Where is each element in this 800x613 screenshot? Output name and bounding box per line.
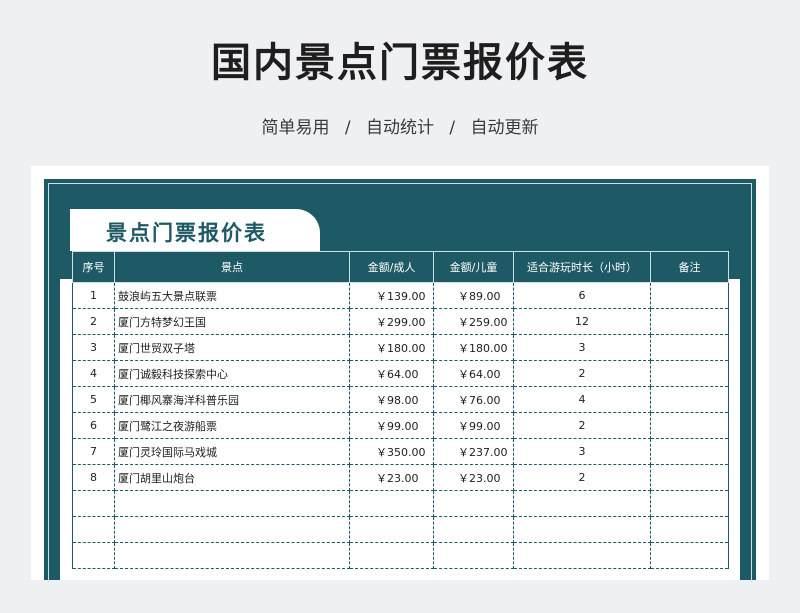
cell-name: 厦门鹭江之夜游船票 xyxy=(114,412,350,439)
cell-adult: ￥299.00 xyxy=(349,308,434,335)
cell-adult xyxy=(349,490,434,517)
subtitle-item: 简单易用 xyxy=(261,118,330,138)
col-header-child: 金额/儿童 xyxy=(433,251,514,283)
empty-row xyxy=(72,542,729,569)
cell-hours: 2 xyxy=(513,360,651,387)
cell-child xyxy=(433,516,514,543)
cell-hours: 4 xyxy=(513,386,651,413)
table-body: 1 鼓浪屿五大景点联票 ￥139.00 ￥89.00 6 2 厦门方特梦幻王国 ￥299.00… xyxy=(72,282,729,569)
cell-name xyxy=(114,516,350,543)
cell-note xyxy=(650,334,729,361)
col-header-adult: 金额/成人 xyxy=(349,251,434,283)
table-row: 4 厦门诚毅科技探索中心 ￥64.00 ￥64.00 2 xyxy=(72,360,729,387)
subtitle-separator: / xyxy=(344,118,351,138)
table-row: 3 厦门世贸双子塔 ￥180.00 ￥180.00 3 xyxy=(72,334,729,361)
cell-name: 厦门诚毅科技探索中心 xyxy=(114,360,350,387)
cell-no: 3 xyxy=(72,334,115,361)
table-row: 8 厦门胡里山炮台 ￥23.00 ￥23.00 2 xyxy=(72,464,729,491)
cell-hours: 3 xyxy=(513,334,651,361)
cell-no: 8 xyxy=(72,464,115,491)
sheet-title: 景点门票报价表 xyxy=(106,221,267,245)
cell-adult: ￥98.00 xyxy=(349,386,434,413)
cell-note xyxy=(650,386,729,413)
cell-child: ￥259.00 xyxy=(433,308,514,335)
cell-name: 厦门椰风寨海洋科普乐园 xyxy=(114,386,350,413)
cell-hours: 2 xyxy=(513,464,651,491)
empty-row xyxy=(72,516,729,543)
col-header-no: 序号 xyxy=(72,251,115,283)
cell-hours: 6 xyxy=(513,282,651,309)
cell-note xyxy=(650,308,729,335)
cell-name: 鼓浪屿五大景点联票 xyxy=(114,282,350,309)
cell-note xyxy=(650,490,729,517)
cell-no: 5 xyxy=(72,386,115,413)
table-row: 1 鼓浪屿五大景点联票 ￥139.00 ￥89.00 6 xyxy=(72,282,729,309)
cell-adult: ￥23.00 xyxy=(349,464,434,491)
cell-note xyxy=(650,438,729,465)
cell-note xyxy=(650,464,729,491)
cell-no: 4 xyxy=(72,360,115,387)
cell-name: 厦门胡里山炮台 xyxy=(114,464,350,491)
cell-hours: 2 xyxy=(513,412,651,439)
cell-name xyxy=(114,542,350,569)
cell-name: 厦门灵玲国际马戏城 xyxy=(114,438,350,465)
empty-row xyxy=(72,490,729,517)
cell-note xyxy=(650,412,729,439)
cell-name: 厦门方特梦幻王国 xyxy=(114,308,350,335)
cell-child: ￥23.00 xyxy=(433,464,514,491)
cell-adult: ￥99.00 xyxy=(349,412,434,439)
sheet-frame: 景点门票报价表 序号 景点 金额/成人 金额/儿童 适合游玩时长（小时） 备注 xyxy=(44,179,756,582)
cell-no: 2 xyxy=(72,308,115,335)
price-table: 序号 景点 金额/成人 金额/儿童 适合游玩时长（小时） 备注 1 鼓浪屿五大景点… xyxy=(72,251,729,569)
cell-no xyxy=(72,516,115,543)
cell-adult: ￥180.00 xyxy=(349,334,434,361)
cell-adult xyxy=(349,516,434,543)
subtitle-item: 自动更新 xyxy=(470,118,539,138)
cell-note xyxy=(650,360,729,387)
subtitle: 简单易用 / 自动统计 / 自动更新 xyxy=(0,113,800,138)
cell-child: ￥64.00 xyxy=(433,360,514,387)
cell-name xyxy=(114,490,350,517)
col-header-note: 备注 xyxy=(650,251,729,283)
col-header-hours: 适合游玩时长（小时） xyxy=(513,251,651,283)
table-header-row: 序号 景点 金额/成人 金额/儿童 适合游玩时长（小时） 备注 xyxy=(72,251,729,283)
cell-no: 1 xyxy=(72,282,115,309)
cell-no: 7 xyxy=(72,438,115,465)
cell-child xyxy=(433,542,514,569)
cell-child: ￥180.00 xyxy=(433,334,514,361)
cell-hours xyxy=(513,516,651,543)
cell-name: 厦门世贸双子塔 xyxy=(114,334,350,361)
cell-note xyxy=(650,542,729,569)
spreadsheet-preview: 景点门票报价表 序号 景点 金额/成人 金额/儿童 适合游玩时长（小时） 备注 xyxy=(31,166,769,582)
cell-child: ￥76.00 xyxy=(433,386,514,413)
cell-no xyxy=(72,542,115,569)
table-row: 2 厦门方特梦幻王国 ￥299.00 ￥259.00 12 xyxy=(72,308,729,335)
cell-child xyxy=(433,490,514,517)
cell-adult xyxy=(349,542,434,569)
cell-child: ￥237.00 xyxy=(433,438,514,465)
table-row: 6 厦门鹭江之夜游船票 ￥99.00 ￥99.00 2 xyxy=(72,412,729,439)
subtitle-separator: / xyxy=(449,118,456,138)
page-title: 国内景点门票报价表 xyxy=(211,40,589,86)
subtitle-item: 自动统计 xyxy=(366,118,434,138)
table-row: 5 厦门椰风寨海洋科普乐园 ￥98.00 ￥76.00 4 xyxy=(72,386,729,413)
col-header-name: 景点 xyxy=(114,251,350,283)
cell-no xyxy=(72,490,115,517)
cell-no: 6 xyxy=(72,412,115,439)
cell-child: ￥99.00 xyxy=(433,412,514,439)
cell-hours: 12 xyxy=(513,308,651,335)
cell-adult: ￥139.00 xyxy=(349,282,434,309)
cell-adult: ￥64.00 xyxy=(349,360,434,387)
cell-hours xyxy=(513,542,651,569)
cell-note xyxy=(650,516,729,543)
cell-adult: ￥350.00 xyxy=(349,438,434,465)
cell-note xyxy=(650,282,729,309)
cell-hours xyxy=(513,490,651,517)
cell-hours: 3 xyxy=(513,438,651,465)
cell-child: ￥89.00 xyxy=(433,282,514,309)
table-row: 7 厦门灵玲国际马戏城 ￥350.00 ￥237.00 3 xyxy=(72,438,729,465)
